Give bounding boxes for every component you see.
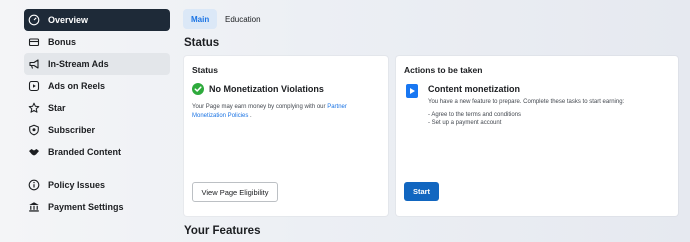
- sidebar-item-label: Subscriber: [48, 125, 96, 135]
- view-page-eligibility-button[interactable]: View Page Eligibility: [192, 182, 278, 202]
- handshake-icon: [28, 146, 40, 158]
- your-features-title: Your Features: [184, 225, 261, 237]
- sidebar-item-ads-on-reels[interactable]: Ads on Reels: [24, 75, 170, 97]
- megaphone-icon: [28, 58, 40, 70]
- sidebar-item-label: Branded Content: [48, 147, 121, 157]
- tab-education[interactable]: Education: [217, 9, 269, 29]
- status-value: No Monetization Violations: [209, 84, 324, 94]
- sidebar-item-label: In-Stream Ads: [48, 59, 109, 69]
- sidebar-item-branded-content[interactable]: Branded Content: [24, 141, 170, 163]
- status-section-title: Status: [184, 37, 220, 49]
- bank-icon: [28, 201, 40, 213]
- task-item: - Set up a payment account: [428, 120, 502, 126]
- start-button[interactable]: Start: [404, 182, 439, 201]
- actions-card-title: Actions to be taken: [404, 65, 483, 75]
- content-monetization-description: You have a new feature to prepare. Compl…: [428, 99, 625, 105]
- sidebar-item-star[interactable]: Star: [24, 97, 170, 119]
- sidebar-item-label: Ads on Reels: [48, 81, 106, 91]
- sidebar-item-label: Bonus: [48, 37, 76, 47]
- sidebar-item-policy-issues[interactable]: Policy Issues: [24, 174, 170, 196]
- status-description-text: Your Page may earn money by complying wi…: [192, 104, 326, 110]
- subscriber-icon: [28, 124, 40, 136]
- sidebar-item-payment-settings[interactable]: Payment Settings: [24, 196, 170, 218]
- reels-icon: [28, 80, 40, 92]
- status-description-end: .: [250, 112, 252, 119]
- status-card-title: Status: [192, 65, 218, 75]
- sidebar-item-subscriber[interactable]: Subscriber: [24, 119, 170, 141]
- status-card: Status No Monetization Violations Your P…: [184, 56, 388, 216]
- bonus-icon: [28, 36, 40, 48]
- sidebar-item-label: Star: [48, 103, 66, 113]
- tab-main[interactable]: Main: [183, 9, 218, 29]
- sidebar-item-label: Policy Issues: [48, 180, 106, 190]
- task-item: - Agree to the terms and conditions: [428, 112, 522, 118]
- monetization-icon: [406, 84, 418, 98]
- info-icon: [28, 179, 40, 191]
- actions-card: Actions to be taken Content monetization…: [396, 56, 678, 216]
- status-description: Your Page may earn money by complying wi…: [192, 103, 372, 120]
- check-circle-icon: [192, 83, 204, 95]
- sidebar-item-overview[interactable]: Overview: [24, 9, 170, 31]
- sidebar: Overview Bonus In-Stream Ads Ads on Reel…: [0, 0, 176, 242]
- sidebar-item-in-stream-ads[interactable]: In-Stream Ads: [24, 53, 170, 75]
- sidebar-item-bonus[interactable]: Bonus: [24, 31, 170, 53]
- sidebar-item-label: Payment Settings: [48, 202, 124, 212]
- sidebar-item-label: Overview: [48, 15, 89, 25]
- gauge-icon: [28, 14, 40, 26]
- content-monetization-title: Content monetization: [428, 84, 520, 94]
- star-icon: [28, 102, 40, 114]
